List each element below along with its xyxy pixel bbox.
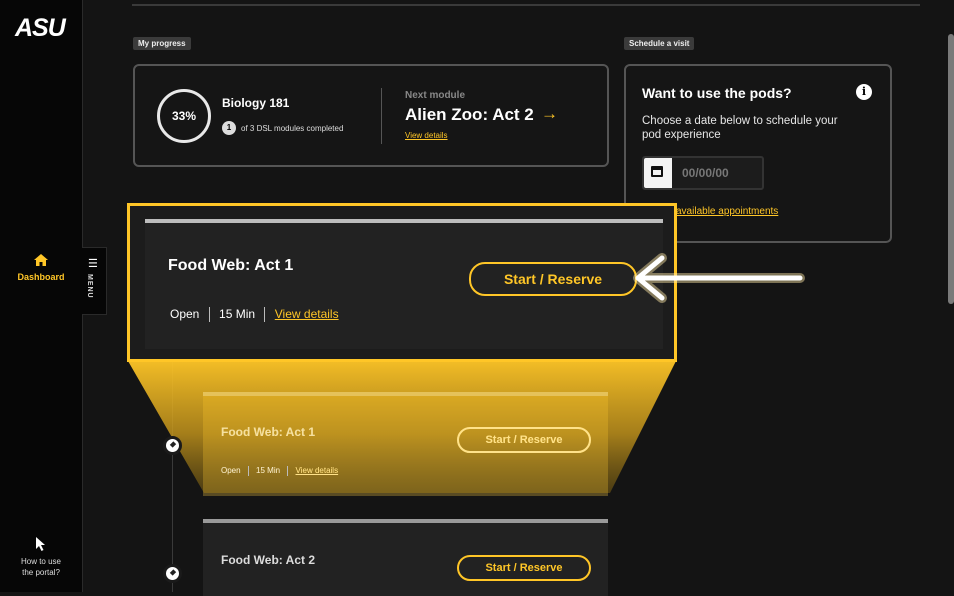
separator — [247, 466, 249, 476]
next-module-view-details[interactable]: View details — [405, 131, 448, 140]
module-view-details[interactable]: View details — [275, 307, 339, 321]
menu-toggle[interactable]: ☰ MENU — [82, 247, 107, 315]
module-duration: 15 Min — [219, 307, 256, 321]
checkpoint-icon — [163, 564, 182, 583]
separator — [287, 466, 289, 476]
info-icon[interactable]: i — [856, 84, 872, 100]
separator — [264, 307, 266, 323]
module-status: Open — [170, 307, 200, 321]
progress-card: 33% Biology 181 1 of 3 DSL modules compl… — [133, 64, 609, 167]
available-appointments-link[interactable]: available appointments — [676, 206, 778, 217]
sidebar-item-dashboard[interactable]: Dashboard — [0, 253, 82, 282]
highlighted-module-overlay: Food Web: Act 1 Start / Reserve Open 15 … — [203, 392, 608, 496]
module-meta: Open 15 Min View details — [221, 466, 338, 476]
module-title: Food Web: Act 2 — [221, 553, 315, 567]
cursor-icon — [36, 537, 45, 551]
divider — [132, 4, 920, 6]
next-module-title[interactable]: Alien Zoo: Act 2 — [405, 105, 534, 125]
spotlight-module-meta: Open 15 Min View details — [170, 307, 339, 323]
calendar-button[interactable] — [644, 158, 672, 188]
asu-logo[interactable]: ASU — [15, 14, 66, 43]
course-name: Biology 181 — [222, 96, 290, 110]
checkpoint-icon — [163, 436, 182, 455]
module-duration: 15 Min — [256, 466, 281, 476]
my-progress-tag: My progress — [133, 37, 191, 50]
hamburger-icon: ☰ — [88, 258, 98, 270]
progress-ring: 33% — [157, 89, 211, 143]
spotlight-module-card: Food Web: Act 1 Start / Reserve Open 15 … — [145, 219, 663, 349]
spotlight-start-reserve-button[interactable]: Start / Reserve — [469, 262, 637, 296]
module-view-details[interactable]: View details — [296, 466, 339, 475]
spotlight-module-title: Food Web: Act 1 — [168, 257, 294, 274]
calendar-icon — [651, 166, 663, 177]
scrollbar[interactable] — [948, 34, 954, 304]
pointer-arrow-icon — [633, 253, 805, 303]
help-link[interactable]: How to use the portal? — [0, 536, 82, 578]
next-module-label: Next module — [405, 90, 466, 101]
completed-count-badge: 1 — [222, 121, 236, 135]
help-line-1: How to use — [20, 557, 62, 566]
start-reserve-button[interactable]: Start / Reserve — [457, 555, 591, 581]
help-line-2: the portal? — [22, 568, 60, 577]
module-status: Open — [221, 466, 241, 476]
home-icon — [34, 254, 48, 266]
sidebar: ASU Dashboard How to use the portal? — [0, 0, 83, 592]
module-title: Food Web: Act 1 — [221, 425, 315, 439]
separator — [208, 307, 210, 323]
date-input[interactable]: 00/00/00 — [642, 156, 764, 190]
schedule-title: Want to use the pods? — [642, 85, 792, 101]
menu-label: MENU — [86, 274, 93, 299]
divider — [381, 88, 382, 144]
sidebar-item-label: Dashboard — [17, 272, 65, 282]
schedule-description: Choose a date below to schedule your pod… — [642, 115, 838, 141]
date-placeholder: 00/00/00 — [682, 166, 729, 180]
module-card: Food Web: Act 2 Start / Reserve — [203, 519, 608, 596]
arrow-right-icon[interactable]: → — [541, 104, 558, 124]
completed-text: of 3 DSL modules completed — [241, 124, 344, 133]
start-reserve-button[interactable]: Start / Reserve — [457, 427, 591, 453]
schedule-visit-tag: Schedule a visit — [624, 37, 695, 50]
